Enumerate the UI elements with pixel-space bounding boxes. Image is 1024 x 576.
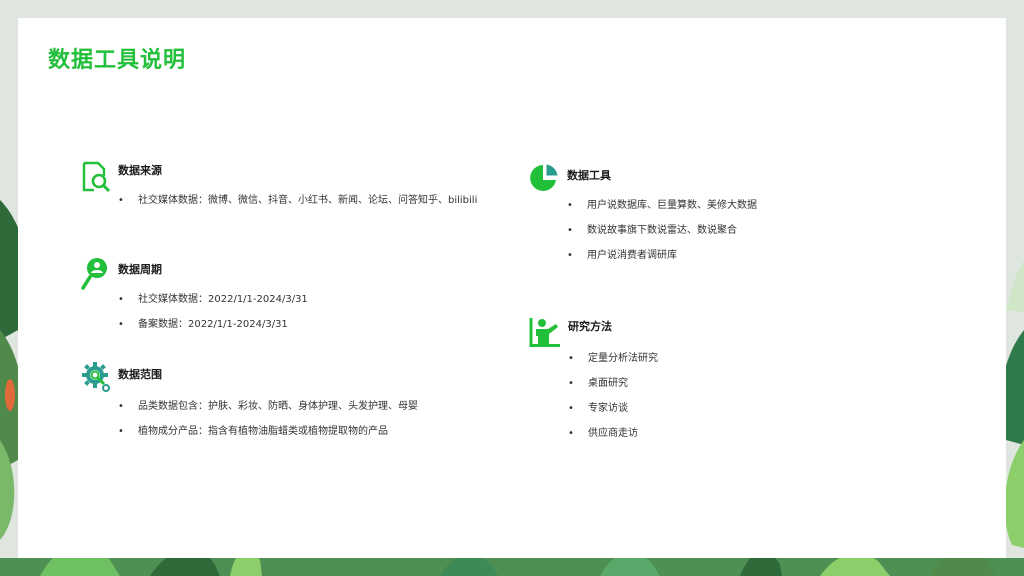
list-item: 桌面研究	[568, 378, 658, 403]
list-item: 植物成分产品：指含有植物油脂蜡类或植物提取物的产品	[118, 426, 418, 451]
list-item: 社交媒体数据：微博、微信、抖音、小红书、新闻、论坛、问答知乎、bilibili	[118, 195, 477, 220]
list-item: 备案数据：2022/1/1-2024/3/31	[118, 319, 308, 344]
bullet-list: 品类数据包含：护肤、彩妆、防晒、身体护理、头发护理、母婴 植物成分产品：指含有植…	[118, 401, 418, 451]
section-title: 数据工具	[567, 169, 611, 182]
section-title: 数据来源	[118, 164, 162, 177]
bullet-list: 用户说数据库、巨量算数、美修大数据 数说故事旗下数说雷达、数说聚合 用户说消费者…	[567, 200, 757, 275]
presenter-icon	[529, 318, 560, 347]
list-item: 专家访谈	[568, 403, 658, 428]
document-search-icon	[82, 161, 111, 193]
person-magnifier-icon	[81, 258, 107, 290]
bullet-list: 社交媒体数据：微博、微信、抖音、小红书、新闻、论坛、问答知乎、bilibili	[118, 195, 477, 220]
list-item: 用户说数据库、巨量算数、美修大数据	[567, 200, 757, 225]
list-item: 供应商走访	[568, 428, 658, 453]
section-title: 研究方法	[568, 320, 612, 333]
list-item: 社交媒体数据：2022/1/1-2024/3/31	[118, 294, 308, 319]
bullet-list: 定量分析法研究 桌面研究 专家访谈 供应商走访	[568, 353, 658, 453]
content-card	[18, 18, 1006, 558]
list-item: 用户说消费者调研库	[567, 250, 757, 275]
page-title: 数据工具说明	[48, 48, 187, 73]
list-item: 定量分析法研究	[568, 353, 658, 378]
section-title: 数据范围	[118, 368, 162, 381]
section-title: 数据周期	[118, 263, 162, 276]
list-item: 数说故事旗下数说雷达、数说聚合	[567, 225, 757, 250]
gear-search-icon	[82, 362, 110, 392]
bullet-list: 社交媒体数据：2022/1/1-2024/3/31 备案数据：2022/1/1-…	[118, 294, 308, 344]
pie-chart-icon	[530, 163, 559, 191]
list-item: 品类数据包含：护肤、彩妆、防晒、身体护理、头发护理、母婴	[118, 401, 418, 426]
